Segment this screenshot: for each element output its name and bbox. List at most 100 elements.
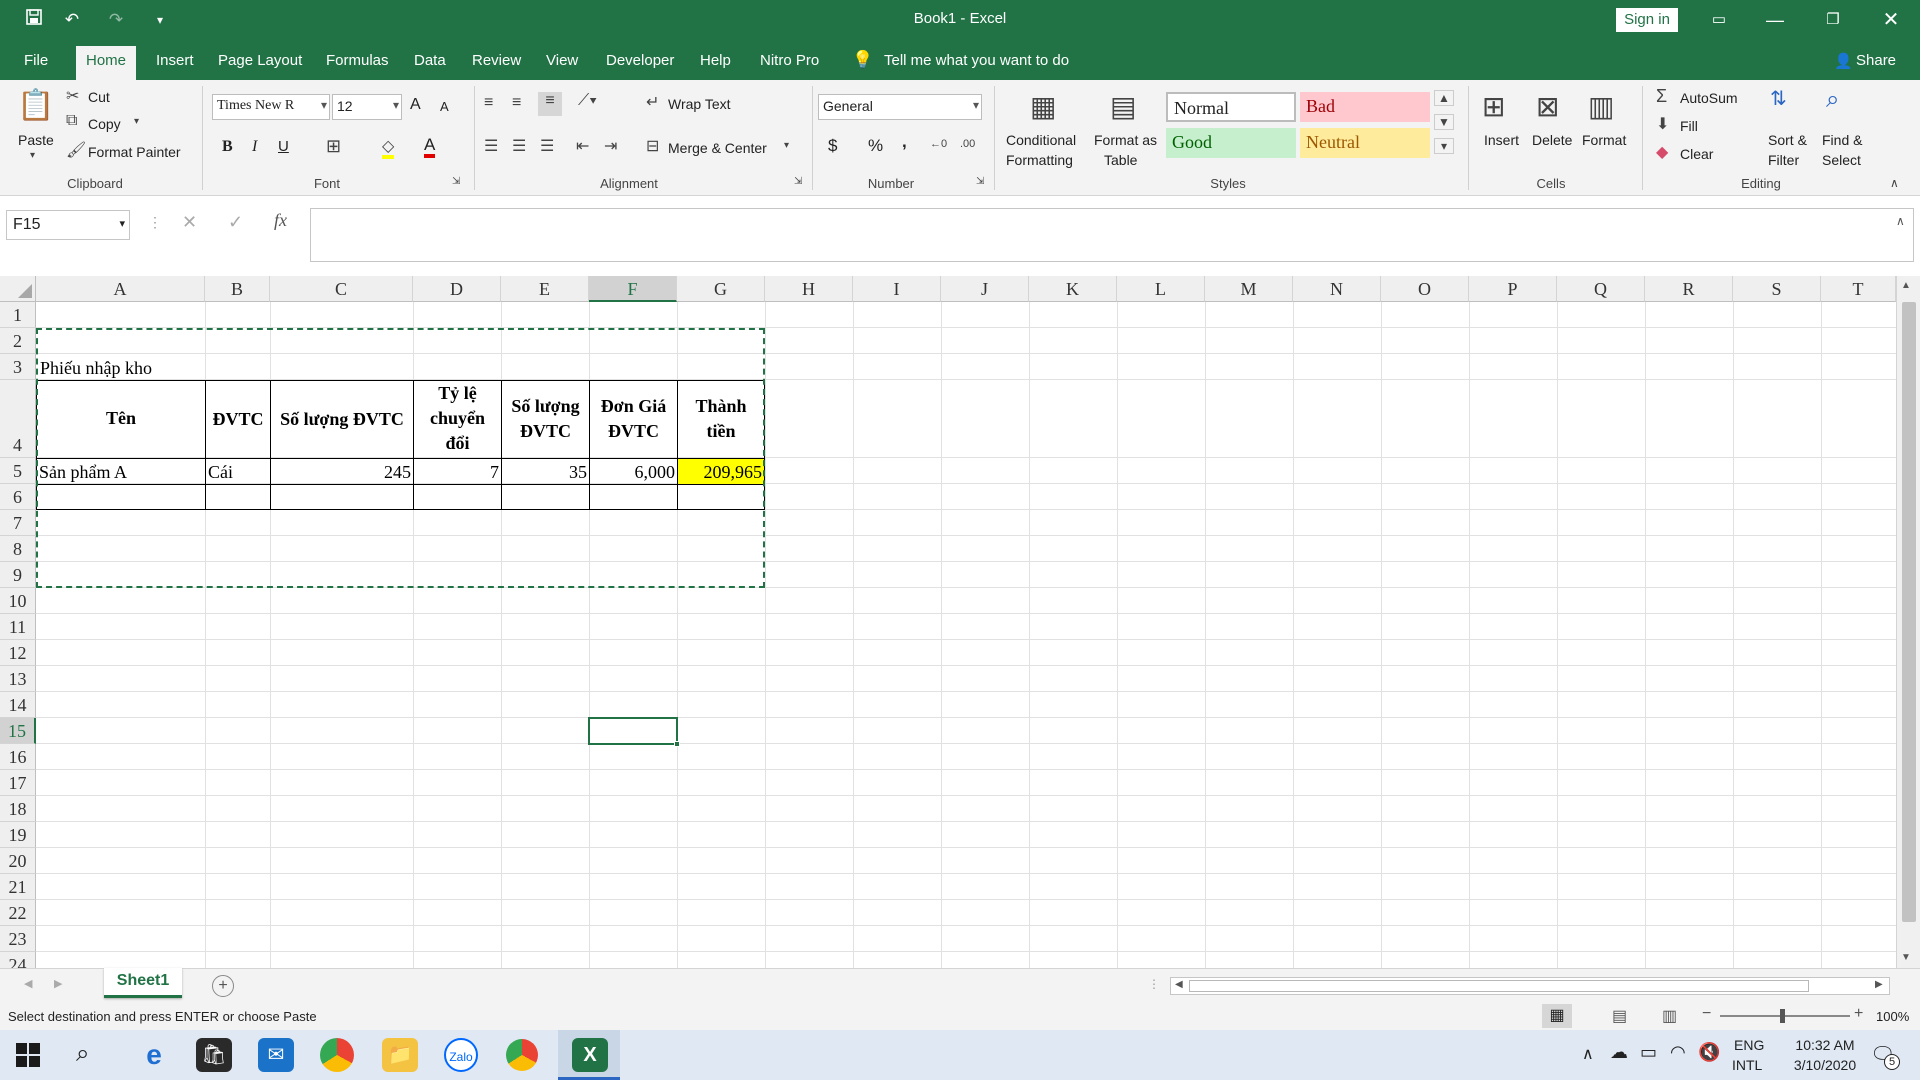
sort-filter-label[interactable]: Filter	[1768, 152, 1799, 168]
row-header-16[interactable]: 16	[0, 744, 36, 770]
conditional-formatting-button[interactable]: Conditional	[1006, 132, 1076, 148]
column-header-t[interactable]: T	[1821, 276, 1896, 302]
onedrive-icon[interactable]: ☁	[1610, 1042, 1628, 1063]
align-bottom-icon[interactable]: ≡	[538, 92, 562, 116]
row-header-6[interactable]: 6	[0, 484, 36, 510]
column-header-f[interactable]: F	[589, 276, 677, 302]
tab-insert[interactable]: Insert	[156, 52, 194, 69]
tab-page-layout[interactable]: Page Layout	[218, 52, 302, 69]
column-header-k[interactable]: K	[1029, 276, 1117, 302]
prev-sheet-icon[interactable]: ◀	[24, 977, 32, 990]
ribbon-display-icon[interactable]: ▭	[1696, 0, 1742, 40]
scroll-left-icon[interactable]: ◀	[1175, 979, 1183, 990]
column-header-a[interactable]: A	[36, 276, 205, 302]
column-header-s[interactable]: S	[1733, 276, 1821, 302]
chrome-alt-icon[interactable]	[320, 1038, 354, 1072]
horizontal-scrollbar-thumb[interactable]	[1189, 980, 1809, 992]
row-header-5[interactable]: 5	[0, 458, 36, 484]
comma-button[interactable]: ,	[902, 132, 907, 152]
zoom-in-icon[interactable]: +	[1854, 1005, 1863, 1023]
style-normal[interactable]: Normal	[1166, 92, 1296, 122]
worksheet-grid[interactable]: A B C D E F G H I J K L M N O P Q R S T …	[0, 276, 1920, 968]
row-header-9[interactable]: 9	[0, 562, 36, 588]
split-handle-icon[interactable]: ⋮	[1148, 977, 1160, 991]
font-name-combo[interactable]: Times New R ▾	[212, 94, 330, 120]
wrap-text-icon[interactable]: ↵	[646, 92, 659, 112]
formula-bar-options-icon[interactable]: ⋮	[148, 214, 162, 231]
zoom-slider[interactable]	[1720, 1015, 1850, 1017]
find-select-icon[interactable]: ⌕	[1826, 86, 1839, 114]
zoom-out-icon[interactable]: −	[1702, 1005, 1711, 1023]
delete-cells-icon[interactable]: ⊠	[1536, 90, 1559, 123]
select-all-corner[interactable]	[0, 276, 36, 302]
zoom-slider-thumb[interactable]	[1780, 1009, 1785, 1023]
page-break-view-icon[interactable]: ▥	[1662, 1006, 1677, 1026]
underline-button[interactable]: U	[278, 138, 289, 155]
find-select-label[interactable]: Select	[1822, 152, 1861, 168]
sort-filter-button[interactable]: Sort &	[1768, 132, 1807, 148]
cut-button[interactable]: Cut	[88, 89, 110, 105]
zoom-level[interactable]: 100%	[1876, 1009, 1909, 1024]
restore-icon[interactable]: ❐	[1810, 0, 1856, 40]
fill-color-icon[interactable]: ◇	[382, 136, 395, 159]
row-header-21[interactable]: 21	[0, 874, 36, 900]
delete-cells-button[interactable]: Delete	[1532, 132, 1572, 148]
format-as-table-label[interactable]: Table	[1104, 152, 1137, 168]
search-icon[interactable]: ⌕	[76, 1040, 89, 1068]
copy-dropdown-icon[interactable]: ▾	[134, 116, 139, 127]
font-size-combo[interactable]: 12 ▾	[332, 94, 402, 120]
shrink-font-button[interactable]: A	[440, 99, 449, 114]
styles-scroll-down-icon[interactable]: ▼	[1434, 114, 1454, 130]
clock-time[interactable]: 10:32 AM	[1782, 1037, 1868, 1053]
align-center-icon[interactable]: ☰	[512, 136, 526, 156]
tab-data[interactable]: Data	[414, 52, 446, 69]
column-header-b[interactable]: B	[205, 276, 270, 302]
number-format-combo[interactable]: General ▾	[818, 94, 982, 120]
vertical-scrollbar[interactable]: ▲ ▼	[1896, 276, 1920, 968]
column-header-r[interactable]: R	[1645, 276, 1733, 302]
row-header-13[interactable]: 13	[0, 666, 36, 692]
row-header-11[interactable]: 11	[0, 614, 36, 640]
row-header-17[interactable]: 17	[0, 770, 36, 796]
tab-file[interactable]: File	[24, 52, 48, 69]
percent-button[interactable]: %	[868, 136, 883, 156]
number-dialog-launcher-icon[interactable]: ⇲	[976, 176, 984, 187]
row-header-8[interactable]: 8	[0, 536, 36, 562]
column-header-o[interactable]: O	[1381, 276, 1469, 302]
row-header-18[interactable]: 18	[0, 796, 36, 822]
battery-icon[interactable]: ▭	[1640, 1042, 1657, 1063]
column-header-c[interactable]: C	[270, 276, 413, 302]
zalo-icon[interactable]: Zalo	[444, 1038, 478, 1072]
insert-function-button[interactable]: fx	[274, 210, 287, 231]
row-header-23[interactable]: 23	[0, 926, 36, 952]
style-good[interactable]: Good	[1166, 128, 1296, 158]
insert-cells-icon[interactable]: ⊞	[1482, 90, 1505, 123]
file-explorer-icon[interactable]: 📁	[382, 1038, 418, 1072]
paste-dropdown-icon[interactable]: ▾	[30, 150, 35, 161]
collapse-ribbon-icon[interactable]: ∧	[1890, 176, 1899, 190]
scroll-up-icon[interactable]: ▲	[1901, 280, 1911, 291]
conditional-formatting-label[interactable]: Formatting	[1006, 152, 1073, 168]
clear-button[interactable]: Clear	[1680, 146, 1713, 162]
increase-indent-icon[interactable]: ⇥	[604, 136, 617, 156]
fill-button[interactable]: Fill	[1680, 118, 1698, 134]
align-right-icon[interactable]: ☰	[540, 136, 554, 156]
windows-start-icon[interactable]	[16, 1043, 40, 1070]
paste-icon[interactable]: 📋	[16, 88, 56, 123]
sign-in-button[interactable]: Sign in	[1616, 8, 1678, 32]
row-header-3[interactable]: 3	[0, 354, 36, 380]
row-header-10[interactable]: 10	[0, 588, 36, 614]
align-middle-icon[interactable]: ≡	[512, 94, 521, 112]
borders-icon[interactable]: ⊞	[326, 136, 341, 157]
row-header-22[interactable]: 22	[0, 900, 36, 926]
column-header-i[interactable]: I	[853, 276, 941, 302]
tab-view[interactable]: View	[546, 52, 578, 69]
store-icon[interactable]: 🛍	[196, 1038, 232, 1072]
styles-scroll-up-icon[interactable]: ▲	[1434, 90, 1454, 106]
next-sheet-icon[interactable]: ▶	[54, 977, 62, 990]
column-header-g[interactable]: G	[677, 276, 765, 302]
wrap-text-button[interactable]: Wrap Text	[668, 96, 731, 112]
row-header-24[interactable]: 24	[0, 952, 36, 968]
tab-home[interactable]: Home	[76, 46, 137, 80]
mail-icon[interactable]: ✉	[258, 1038, 294, 1072]
